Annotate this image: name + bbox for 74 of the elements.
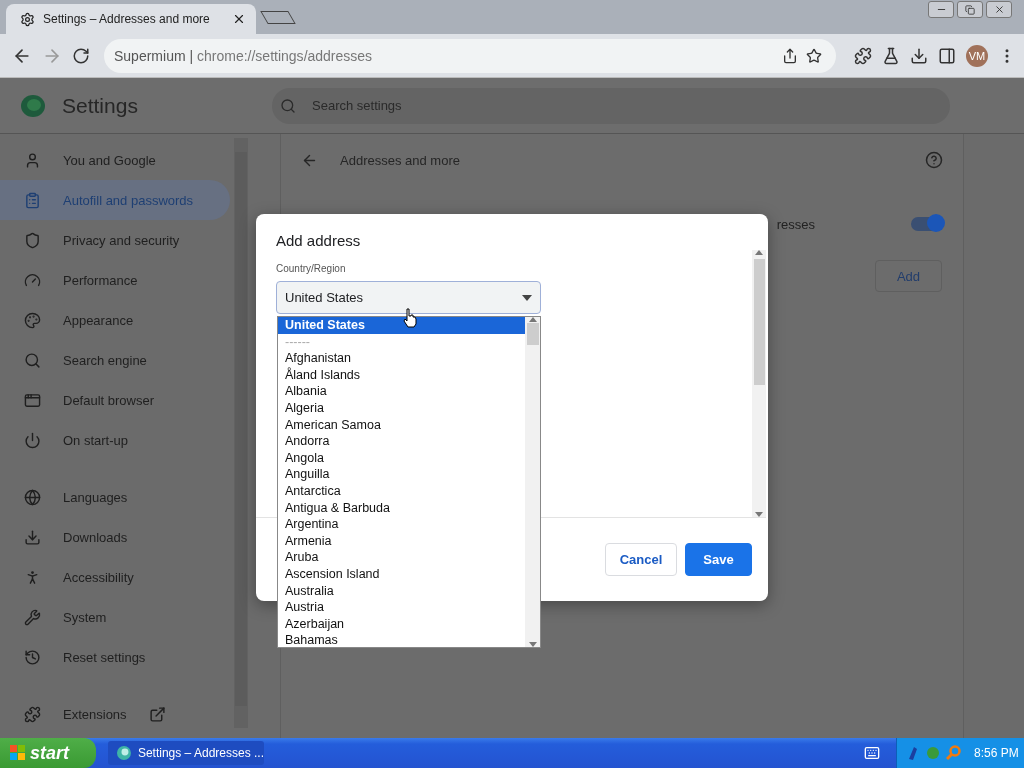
browser-window-icon <box>24 391 41 409</box>
history-icon <box>24 648 41 666</box>
gauge-icon <box>24 271 41 289</box>
keyboard-icon[interactable] <box>864 745 880 761</box>
dropdown-option[interactable]: Armenia <box>278 532 525 550</box>
scroll-up-icon <box>755 250 763 255</box>
field-label: Country/Region <box>276 263 347 274</box>
dropdown-option[interactable]: Ascension Island <box>278 565 525 583</box>
scroll-down-icon <box>528 642 537 647</box>
shield-icon <box>24 231 41 249</box>
restore-icon <box>965 4 975 15</box>
search-icon <box>24 351 41 369</box>
profile-avatar[interactable]: VM <box>966 44 988 67</box>
search-icon <box>280 97 296 114</box>
page-title: Settings <box>62 93 139 118</box>
setting-label: resses <box>776 216 815 232</box>
windows-flag-icon <box>10 745 26 761</box>
palette-icon <box>24 311 41 329</box>
logo-icon <box>20 93 46 118</box>
star-icon[interactable] <box>806 47 822 64</box>
toggle-switch[interactable] <box>911 217 943 231</box>
taskbar-button[interactable]: Settings – Addresses ... <box>108 741 264 765</box>
dropdown-option[interactable]: Australia <box>278 582 525 600</box>
help-icon[interactable] <box>925 151 943 169</box>
power-icon <box>24 431 41 449</box>
dropdown-option[interactable]: Åland Islands <box>278 366 525 384</box>
dropdown-option[interactable]: United States <box>278 317 525 334</box>
scroll-down-icon <box>755 512 763 517</box>
clipboard-icon <box>24 191 41 209</box>
browser-icon <box>116 745 132 761</box>
dropdown-option[interactable]: Azerbaijan <box>278 615 525 633</box>
restore-button[interactable] <box>957 1 983 18</box>
flask-icon[interactable] <box>882 46 900 65</box>
close-button[interactable] <box>986 1 1012 18</box>
side-panel-icon[interactable] <box>938 46 956 65</box>
cancel-button[interactable]: Cancel <box>605 543 677 576</box>
dropdown-option[interactable]: Aruba <box>278 549 525 566</box>
country-select[interactable]: United States <box>276 281 541 314</box>
new-tab-button[interactable] <box>260 11 296 24</box>
puzzle-icon[interactable] <box>854 46 872 65</box>
dropdown-option[interactable]: American Samoa <box>278 416 525 434</box>
dropdown-option[interactable]: Bahamas <box>278 632 525 649</box>
reload-icon[interactable] <box>72 46 90 65</box>
browser-tab[interactable]: Settings – Addresses and more <box>6 4 256 34</box>
dropdown-option[interactable]: Andorra <box>278 433 525 450</box>
dropdown-option[interactable]: Angola <box>278 449 525 467</box>
dialog-title: Add address <box>275 231 362 250</box>
puzzle-icon <box>24 705 41 723</box>
wrench-icon <box>24 608 41 626</box>
scrollbar-thumb[interactable] <box>753 259 765 385</box>
dropdown-option[interactable]: Austria <box>278 599 525 616</box>
dropdown-option[interactable]: Anguilla <box>278 466 525 483</box>
close-icon <box>993 4 1005 15</box>
person-icon <box>24 151 41 169</box>
share-icon[interactable] <box>782 47 798 64</box>
caret-icon <box>522 294 532 301</box>
section-title: Addresses and more <box>340 152 461 168</box>
address-bar[interactable]: Supermium | chrome://settings/addresses <box>104 38 836 73</box>
globe-icon <box>24 488 41 506</box>
clock: 8:56 PM <box>974 746 1019 760</box>
dropdown-option[interactable]: Algeria <box>278 399 525 417</box>
dropdown-option[interactable]: Argentina <box>278 516 525 533</box>
dropdown-option[interactable]: Antarctica <box>278 482 525 500</box>
close-icon[interactable] <box>232 12 246 26</box>
dropdown-option[interactable]: Albania <box>278 383 525 400</box>
scrollbar-thumb[interactable] <box>526 323 539 345</box>
download-icon[interactable] <box>910 46 928 65</box>
dropdown-option[interactable]: Antigua & Barbuda <box>278 499 525 517</box>
dropdown-option: ------ <box>278 333 525 351</box>
minimize-button[interactable] <box>928 1 954 18</box>
save-button[interactable]: Save <box>685 543 752 576</box>
dropdown-option[interactable]: Afghanistan <box>278 350 525 367</box>
settings-icon <box>20 11 35 27</box>
download-icon <box>24 528 41 546</box>
